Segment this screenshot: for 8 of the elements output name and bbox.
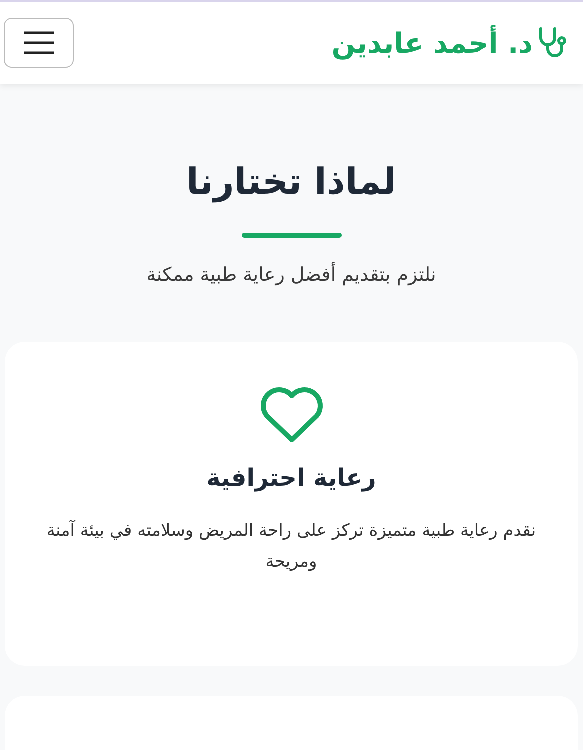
heart-icon <box>258 386 324 444</box>
card-text: نقدم رعاية طبية متميزة تركز على راحة المريض وسلامته في بيئة آمنة ومريحة <box>46 519 538 574</box>
section-title: لماذا تختارنا <box>186 162 396 203</box>
menu-button[interactable] <box>4 18 74 68</box>
menu-icon <box>24 31 54 55</box>
card-title: رعاية احترافية <box>206 464 376 492</box>
brand-name[interactable]: د. أحمد عابدين <box>332 26 533 60</box>
section-subtitle: نلتزم بتقديم أفضل رعاية طبية ممكنة <box>146 264 436 286</box>
